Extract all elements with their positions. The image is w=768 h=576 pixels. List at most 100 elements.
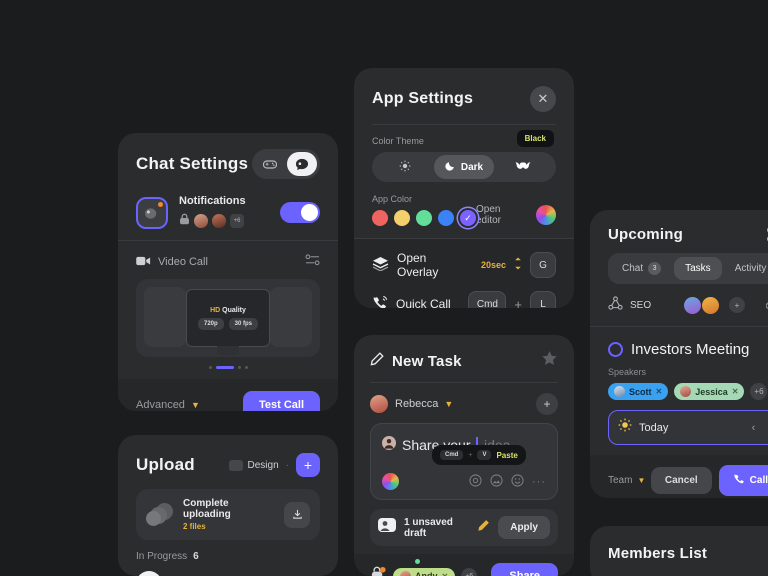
swatch-blue[interactable] [438,210,454,226]
avatar-overflow-count[interactable]: +6 [230,214,244,228]
advanced-label[interactable]: Advanced [136,399,185,411]
avatar[interactable] [370,395,388,413]
add-upload-button[interactable]: + [296,453,320,477]
new-task-card: New Task Rebecca ▼ + Cmd + V Paste Share… [354,335,574,576]
apply-button[interactable]: Apply [498,516,550,539]
share-nodes-icon [608,296,623,314]
emoji-icon[interactable] [511,473,524,490]
plus-circle-icon[interactable]: + [536,393,558,415]
close-icon[interactable]: ✕ [530,86,556,112]
download-icon[interactable] [284,501,310,528]
framerate-pill[interactable]: 30 fps [228,317,259,330]
share-button[interactable]: Share [491,563,558,576]
team-label[interactable]: Team [608,475,632,486]
avatar[interactable] [684,296,701,314]
toggle-knob [301,204,318,221]
speakers-overflow-count[interactable]: +6 [750,383,768,400]
shortcut-key-g[interactable]: G [530,252,556,278]
notifications-toggle[interactable] [280,202,320,223]
color-swatches[interactable] [372,210,476,226]
folder-label: Design [247,459,279,471]
color-wheel-icon[interactable] [536,205,556,225]
test-call-button[interactable]: Test Call [242,391,320,411]
pencil-icon[interactable] [477,519,490,537]
stepper-icon[interactable] [514,257,522,273]
overlay-duration-value[interactable]: 20sec [481,260,506,270]
member-chip-andy[interactable]: Andy ✕ [393,567,456,576]
meeting-title: Investors Meeting [631,341,750,358]
shortcut-key-cmd[interactable]: Cmd [468,291,507,308]
carousel-dot[interactable] [244,366,248,369]
resolution-pill[interactable]: 720p [197,317,224,330]
assignee-name[interactable]: Rebecca [395,398,438,410]
avatar[interactable] [702,296,719,314]
more-icon[interactable]: ··· [532,476,546,488]
gamepad-icon[interactable] [255,152,285,176]
theme-option-dark[interactable]: Dark [434,155,494,179]
date-selector[interactable]: Today ‹ › [608,410,768,445]
tab-activity[interactable]: Activity [724,257,768,280]
open-editor-label[interactable]: Open editor [476,204,528,226]
seo-row[interactable]: SEO + [608,296,768,314]
video-preview[interactable]: HD Quality 720p 30 fps [136,279,320,357]
chevron-left-icon[interactable]: ‹ [752,422,756,434]
theme-option-light[interactable] [375,155,434,179]
monitor-graphic: HD Quality 720p 30 fps [186,289,270,355]
carousel-dot-active[interactable] [215,366,234,369]
list-item[interactable]: Scetch + Figma [136,571,320,576]
unsaved-draft-row[interactable]: 1 unsaved draft Apply [370,509,558,546]
layers-icon [372,256,389,274]
close-icon[interactable]: ✕ [442,572,449,576]
notifications-avatars: +6 [179,212,246,230]
chat-mode-segment[interactable] [252,149,320,179]
tab-tasks[interactable]: Tasks [674,257,722,280]
tab-chat[interactable]: Chat 3 [611,256,672,281]
chevron-down-icon[interactable]: ▼ [191,400,200,410]
file-icon [136,571,162,576]
folder-selector[interactable]: Design [228,459,279,471]
lock-avatar-icon[interactable] [370,566,386,576]
carousel-dots[interactable] [136,366,320,369]
tab-tasks-label: Tasks [685,263,711,274]
star-icon[interactable] [541,350,558,372]
online-status-dot [415,558,420,564]
chat-bubble-icon[interactable] [287,152,317,176]
color-theme-segment[interactable]: Dark Black [372,130,556,182]
shortcut-key-l[interactable]: L [530,291,556,308]
close-icon[interactable]: ✕ [656,387,663,396]
app-color-label: App Color [372,194,413,204]
new-task-title: New Task [392,352,462,370]
theme-option-black[interactable] [494,155,553,179]
speaker-chip-scott[interactable]: Scott ✕ [608,383,669,400]
chevron-down-icon[interactable]: ▼ [444,399,453,409]
call-button[interactable]: Call [718,465,768,496]
at-icon[interactable] [469,473,482,490]
theme-option-dark-label: Dark [460,161,484,173]
upcoming-tabs[interactable]: Chat 3 Tasks Activity [608,253,768,284]
tab-chat-label: Chat [622,263,644,274]
theme-tooltip: Black [516,130,554,147]
image-icon[interactable] [490,473,503,490]
close-icon[interactable]: ✕ [732,387,739,396]
speaker-chip-jessica[interactable]: Jessica ✕ [674,383,745,400]
swatch-purple-selected[interactable] [460,210,476,226]
upload-complete-title: Complete uploading [183,498,231,520]
carousel-dot[interactable] [237,366,241,369]
cancel-button[interactable]: Cancel [650,467,712,494]
sliders-icon[interactable] [305,253,320,271]
chevron-down-icon[interactable]: ▼ [637,476,645,485]
notification-avatar-icon[interactable] [136,196,168,229]
carousel-dot[interactable] [208,366,212,369]
avatar-overflow-count[interactable]: + [729,297,745,313]
members-title: Members List [608,545,708,562]
avatar[interactable] [194,214,208,228]
color-wheel-icon[interactable] [382,473,399,490]
radio-circle-icon[interactable] [608,342,623,357]
swatch-green[interactable] [416,210,432,226]
app-stage: Chat Settings Notifications +6 Video Cal… [0,0,768,576]
upload-complete-item[interactable]: Complete uploading 2 files [136,489,320,540]
avatar-overflow-count[interactable]: +6 [461,568,478,576]
swatch-yellow[interactable] [394,210,410,226]
swatch-red[interactable] [372,210,388,226]
avatar[interactable] [212,214,226,228]
